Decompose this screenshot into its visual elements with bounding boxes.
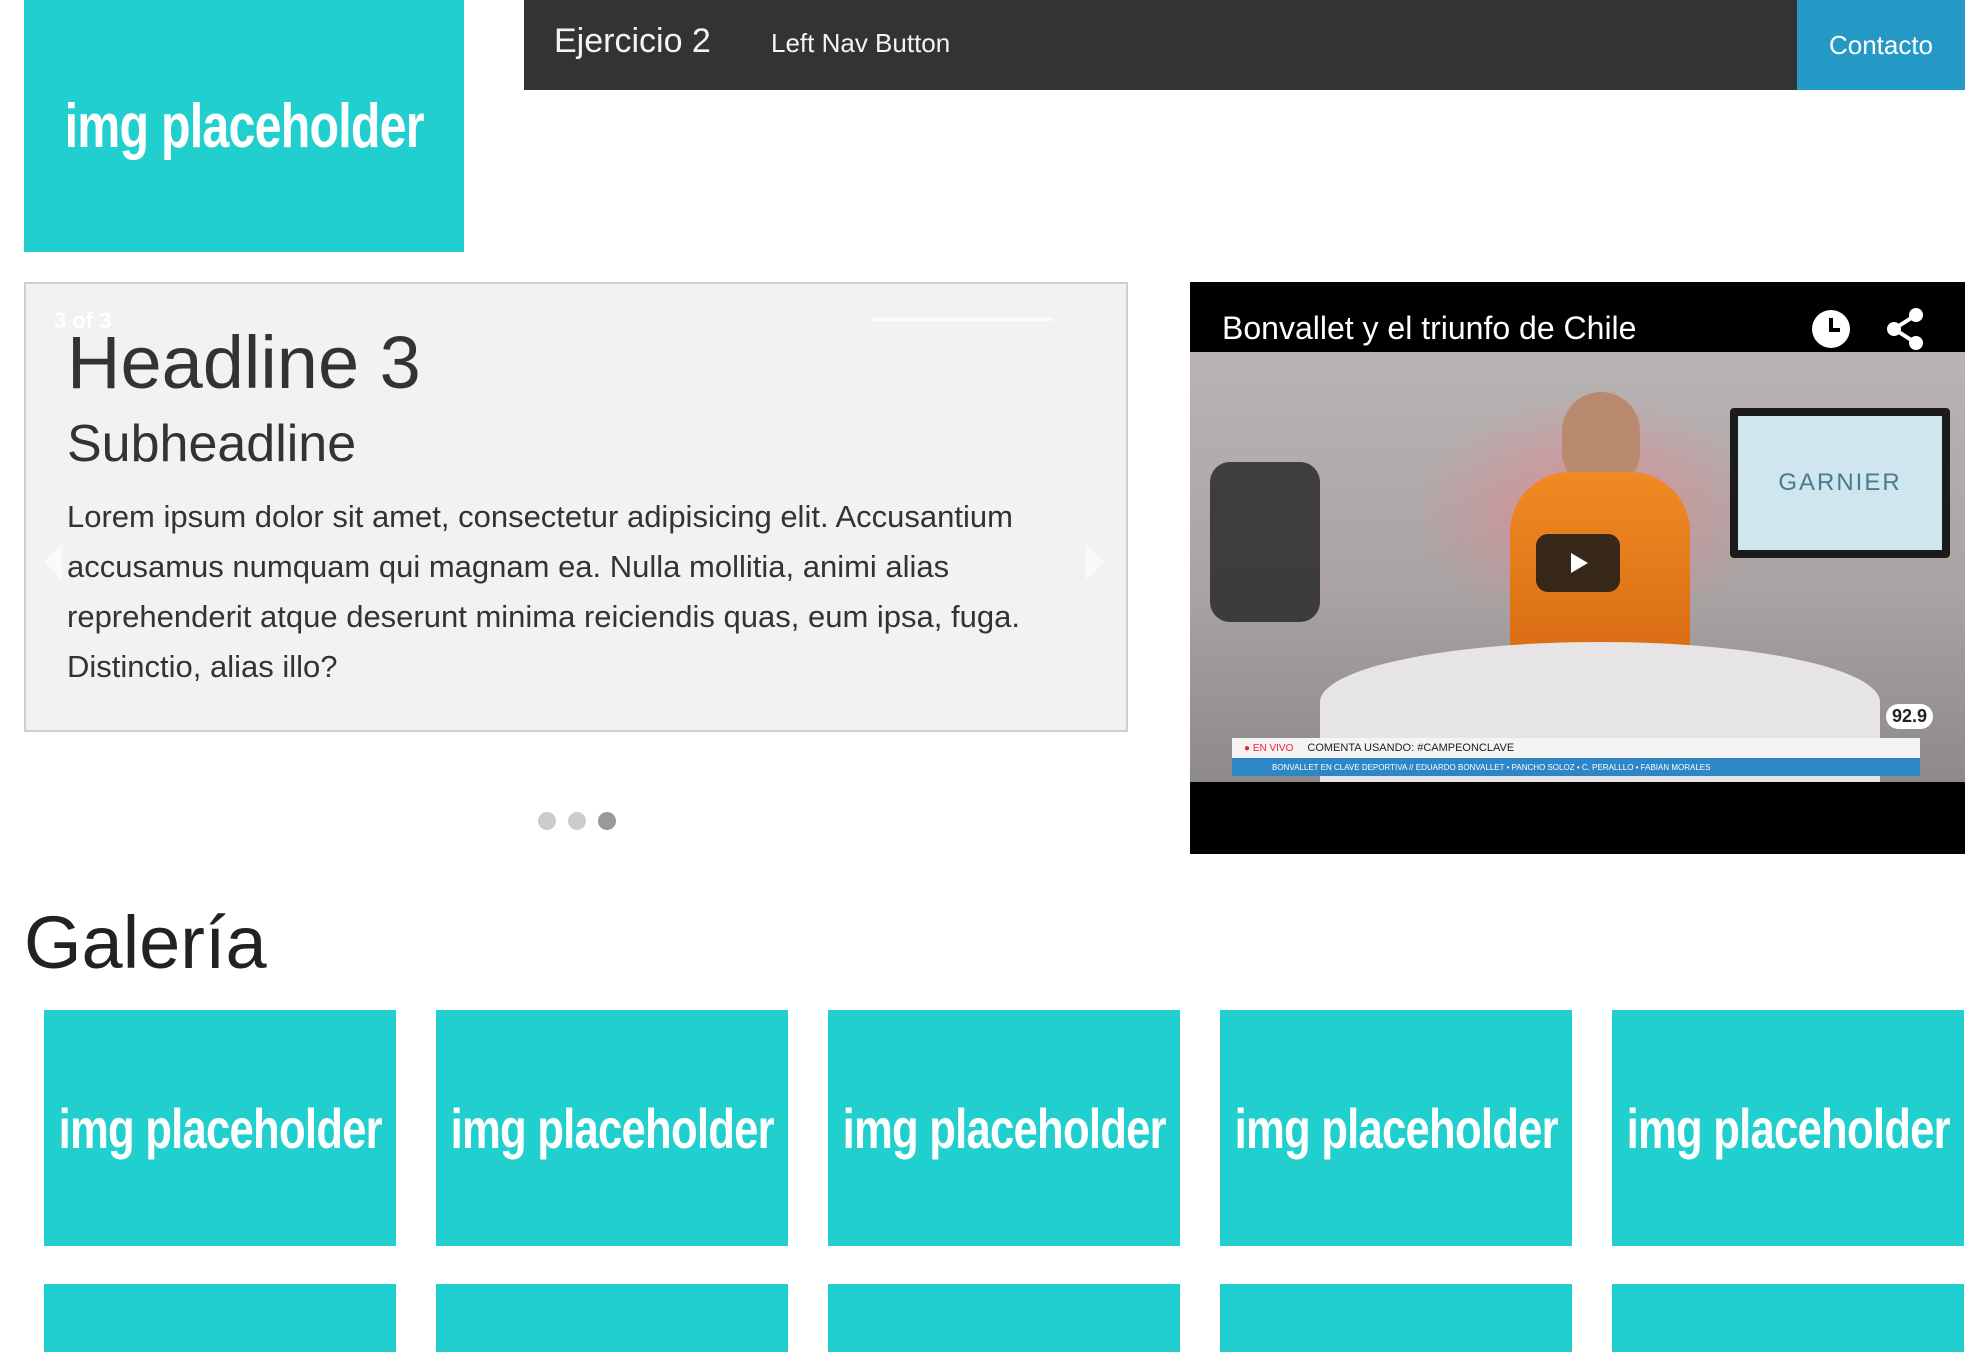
studio-chair [1210,462,1320,622]
carousel-dot[interactable] [538,812,556,830]
video-thumbnail[interactable]: GARNIER 92.9 ● EN VIVO COMENTA USANDO: #… [1190,352,1965,782]
gallery-item[interactable]: img placeholder [436,1010,788,1246]
slide-progress-bar [871,318,1053,321]
navbar-brand[interactable]: Ejercicio 2 [554,22,711,61]
gallery-item-label: img placeholder [1234,1096,1558,1160]
gallery-item[interactable] [44,1284,396,1352]
gallery-item[interactable] [436,1284,788,1352]
ticker-text: COMENTA USANDO: #CAMPEONCLAVE [1307,742,1515,754]
gallery-item-label: img placeholder [450,1096,774,1160]
contact-button[interactable]: Contacto [1797,0,1965,90]
gallery-item-label: img placeholder [842,1096,1166,1160]
watch-later-icon[interactable] [1810,308,1852,355]
carousel-dot[interactable] [568,812,586,830]
slide-headline: Headline 3 [67,321,421,404]
gallery-item[interactable] [1612,1284,1964,1352]
gallery-item-label: img placeholder [58,1096,382,1160]
station-badge: 92.9 [1886,704,1934,729]
tv-logo: GARNIER [1778,469,1902,496]
logo-placeholder: img placeholder [24,0,464,252]
gallery-item[interactable] [1220,1284,1572,1352]
carousel: 3 of 3 Headline 3 Subheadline Lorem ipsu… [24,282,1128,732]
next-arrow-icon[interactable] [1086,544,1104,580]
logo-placeholder-label: img placeholder [64,91,424,161]
gallery-item[interactable]: img placeholder [1612,1010,1964,1246]
share-icon[interactable] [1884,306,1926,357]
ticker-live-label: ● EN VIVO [1244,742,1294,754]
gallery-title: Galería [24,901,267,984]
studio-tv: GARNIER [1730,408,1950,558]
play-icon [1571,553,1588,573]
news-ticker: ● EN VIVO COMENTA USANDO: #CAMPEONCLAVE … [1232,738,1920,780]
left-nav-button[interactable]: Left Nav Button [771,28,950,59]
gallery-item[interactable]: img placeholder [1220,1010,1572,1246]
gallery-item-label: img placeholder [1626,1096,1950,1160]
play-button[interactable] [1536,534,1620,592]
ticker-subtext: BONVALLET EN CLAVE DEPORTIVA // EDUARDO … [1232,758,1920,776]
video-title[interactable]: Bonvallet y el triunfo de Chile [1222,310,1636,347]
gallery-item[interactable]: img placeholder [44,1010,396,1246]
video-player[interactable]: Bonvallet y el triunfo de Chile GARNIER … [1190,282,1965,854]
slide-subheadline: Subheadline [67,415,357,473]
slide-body: Lorem ipsum dolor sit amet, consectetur … [67,499,1020,684]
gallery-item[interactable]: img placeholder [828,1010,1180,1246]
ticker-top: ● EN VIVO COMENTA USANDO: #CAMPEONCLAVE [1232,738,1920,758]
prev-arrow-icon[interactable] [44,544,62,580]
carousel-dots [538,812,616,830]
carousel-dot[interactable] [598,812,616,830]
gallery-item[interactable] [828,1284,1180,1352]
tv-screen: GARNIER [1738,416,1942,550]
top-navbar: Ejercicio 2 Left Nav Button Contacto [524,0,1965,90]
